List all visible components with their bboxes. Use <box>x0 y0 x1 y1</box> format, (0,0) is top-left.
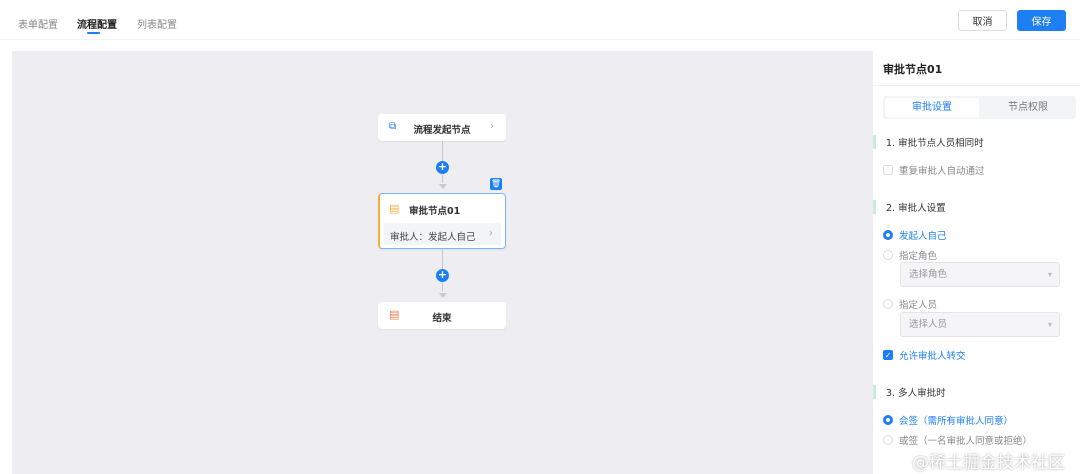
section-title: 2. 审批人设置 <box>873 200 946 214</box>
radio-user[interactable]: 指定人员 <box>883 297 937 311</box>
approver-label: 审批人：发起人自己 <box>390 232 476 243</box>
approval-doc-icon: ▤ <box>389 202 400 215</box>
start-node[interactable]: ⧉ 流程发起节点 › <box>378 114 506 141</box>
save-button[interactable]: 保存 <box>1017 10 1066 31</box>
start-node-label: 流程发起节点 <box>413 125 471 136</box>
cancel-button[interactable]: 取消 <box>958 10 1007 31</box>
radio-countersign[interactable]: 会签（需所有审批人同意） <box>883 413 1013 427</box>
tab-form-config[interactable]: 表单配置 <box>18 16 58 31</box>
tab-list-config[interactable]: 列表配置 <box>137 16 177 31</box>
panel-title: 审批节点01 <box>883 63 943 76</box>
chevron-right-icon: › <box>489 228 493 239</box>
radio-or-sign[interactable]: 或签（一名审批人同意或拒绝） <box>883 433 1032 447</box>
section-title: 1. 审批节点人员相同时 <box>873 135 984 149</box>
end-node[interactable]: ▤ 结束 <box>378 302 506 329</box>
tab-approval-settings[interactable]: 审批设置 <box>885 98 979 117</box>
radio-role[interactable]: 指定角色 <box>883 248 937 262</box>
flow-canvas[interactable]: ⧉ 流程发起节点 › + 🗑 ▤ 审批节点01 审批人：发起人自己 › + ▤ … <box>12 51 873 474</box>
section-title: 3. 多人审批时 <box>873 385 946 399</box>
tab-node-permissions[interactable]: 节点权限 <box>981 98 1075 117</box>
role-select[interactable]: 选择角色 <box>900 262 1060 287</box>
add-node-button[interactable]: + <box>436 161 449 174</box>
allow-transfer-checkbox[interactable]: ✓ 允许审批人转交 <box>883 348 966 362</box>
user-select[interactable]: 选择人员 <box>900 312 1060 337</box>
chevron-right-icon: › <box>490 121 494 132</box>
auto-pass-checkbox[interactable]: 重复审批人自动通过 <box>883 163 985 177</box>
delete-icon[interactable]: 🗑 <box>490 178 502 190</box>
panel-tabs: 审批设置 节点权限 <box>883 96 1076 119</box>
top-bar: 表单配置 流程配置 列表配置 取消 保存 <box>0 0 1080 40</box>
watermark: @稀土掘金技术社区 <box>912 453 1065 473</box>
tab-flow-config[interactable]: 流程配置 <box>77 16 117 34</box>
end-node-label: 结束 <box>432 313 452 324</box>
node-settings-panel: 审批节点01 审批设置 节点权限 1. 审批节点人员相同时 重复审批人自动通过 … <box>873 51 1080 474</box>
approver-row[interactable]: 审批人：发起人自己 › <box>384 223 501 245</box>
approval-node[interactable]: ▤ 审批节点01 审批人：发起人自己 › <box>378 193 506 249</box>
radio-self[interactable]: 发起人自己 <box>883 228 947 242</box>
approval-node-title: 审批节点01 <box>409 206 461 217</box>
add-node-button[interactable]: + <box>436 269 449 282</box>
